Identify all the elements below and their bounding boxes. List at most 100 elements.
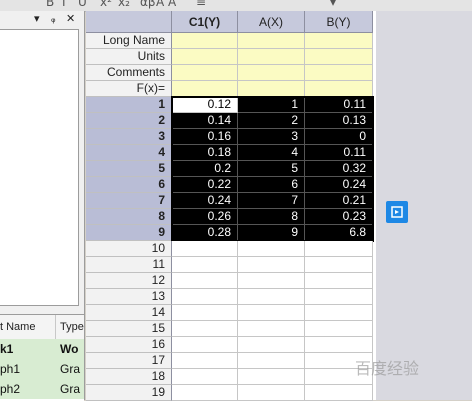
toolbar-button[interactable]: ≡ [196,0,206,9]
empty-cell[interactable] [305,273,373,289]
label-row-header[interactable]: Comments [86,65,172,81]
window-list-row[interactable]: ph1 Gra [0,359,84,379]
label-cell[interactable] [238,65,305,81]
empty-cell[interactable] [238,257,305,273]
toolbar-button[interactable]: I [62,0,66,9]
empty-cell[interactable] [305,337,373,353]
row-header[interactable]: 15 [86,321,172,337]
label-cell[interactable] [305,65,373,81]
empty-cell[interactable] [172,353,238,369]
label-row-header[interactable]: F(x)= [86,81,172,97]
empty-cell[interactable] [238,305,305,321]
row-header[interactable]: 12 [86,273,172,289]
row-header[interactable]: 11 [86,257,172,273]
data-cell[interactable]: 0 [305,129,373,145]
empty-cell[interactable] [238,241,305,257]
data-cell[interactable]: 0.12 [172,97,238,113]
column-header[interactable]: C1(Y) [172,11,238,33]
label-cell[interactable] [172,81,238,97]
open-window-icon[interactable] [386,201,408,223]
empty-cell[interactable] [305,241,373,257]
data-cell[interactable]: 0.24 [172,193,238,209]
data-cell[interactable]: 6.8 [305,225,373,241]
row-header[interactable]: 8 [86,209,172,225]
data-cell[interactable]: 0.11 [305,145,373,161]
label-cell[interactable] [238,49,305,65]
toolbar-button[interactable]: U [78,0,87,9]
data-cell[interactable]: 0.28 [172,225,238,241]
toolbar-button[interactable]: B [46,0,54,9]
data-cell[interactable]: 4 [238,145,305,161]
data-cell[interactable]: 6 [238,177,305,193]
worksheet-grid[interactable]: C1(Y) A(X) B(Y) Long Name Units Comments F(x)=… [86,11,376,401]
label-cell[interactable] [238,81,305,97]
data-cell[interactable]: 0.18 [172,145,238,161]
empty-cell[interactable] [238,353,305,369]
window-list[interactable]: t Name Type k1 Wo ph1 Gra ph2 Gra [0,314,84,401]
data-cell[interactable]: 0.24 [305,177,373,193]
empty-cell[interactable] [172,273,238,289]
data-cell[interactable]: 0.32 [305,161,373,177]
toolbar-button[interactable]: A [168,0,176,9]
row-header[interactable]: 4 [86,145,172,161]
row-header[interactable]: 16 [86,337,172,353]
label-cell[interactable] [305,49,373,65]
data-cell[interactable]: 0.16 [172,129,238,145]
close-icon[interactable]: ✕ [66,12,75,25]
label-cell[interactable] [305,81,373,97]
label-cell[interactable] [172,65,238,81]
row-header[interactable]: 13 [86,289,172,305]
row-header[interactable]: 17 [86,353,172,369]
empty-cell[interactable] [172,289,238,305]
label-cell[interactable] [172,49,238,65]
row-header[interactable]: 10 [86,241,172,257]
empty-cell[interactable] [172,337,238,353]
empty-cell[interactable] [305,305,373,321]
row-header[interactable]: 18 [86,369,172,385]
data-cell[interactable]: 0.11 [305,97,373,113]
dropdown-icon[interactable]: ▾ [34,12,40,25]
column-header-name[interactable]: t Name [0,321,35,333]
empty-cell[interactable] [305,321,373,337]
window-list-row[interactable]: ph2 Gra [0,379,84,399]
empty-cell[interactable] [172,321,238,337]
row-header[interactable]: 14 [86,305,172,321]
row-header[interactable]: 2 [86,113,172,129]
row-header[interactable]: 1 [86,97,172,113]
empty-cell[interactable] [238,289,305,305]
row-header[interactable]: 19 [86,385,172,401]
data-cell[interactable]: 0.22 [172,177,238,193]
empty-cell[interactable] [172,385,238,401]
empty-cell[interactable] [172,305,238,321]
data-cell[interactable]: 2 [238,113,305,129]
data-cell[interactable]: 0.13 [305,113,373,129]
toolbar-button[interactable]: A [156,0,164,9]
row-header[interactable]: 3 [86,129,172,145]
empty-cell[interactable] [238,321,305,337]
column-header[interactable]: A(X) [238,11,305,33]
data-cell[interactable]: 5 [238,161,305,177]
row-header[interactable]: 9 [86,225,172,241]
empty-cell[interactable] [238,369,305,385]
label-row-header[interactable]: Long Name [86,33,172,49]
label-cell[interactable] [172,33,238,49]
label-cell[interactable] [238,33,305,49]
data-cell[interactable]: 3 [238,129,305,145]
toolbar-button[interactable]: αβ [140,0,156,9]
data-cell[interactable]: 0.14 [172,113,238,129]
data-cell[interactable]: 7 [238,193,305,209]
data-cell[interactable]: 0.26 [172,209,238,225]
empty-cell[interactable] [172,241,238,257]
data-cell[interactable]: 8 [238,209,305,225]
pin-icon[interactable]: ᵩ [51,12,56,25]
data-cell[interactable]: 0.21 [305,193,373,209]
window-list-row[interactable]: k1 Wo [0,339,84,359]
row-header[interactable]: 6 [86,177,172,193]
data-cell[interactable]: 0.23 [305,209,373,225]
empty-cell[interactable] [238,385,305,401]
empty-cell[interactable] [305,385,373,401]
toolbar-button[interactable]: ▾ [330,0,336,9]
row-header[interactable]: 5 [86,161,172,177]
label-cell[interactable] [305,33,373,49]
folder-tree[interactable] [0,29,79,306]
